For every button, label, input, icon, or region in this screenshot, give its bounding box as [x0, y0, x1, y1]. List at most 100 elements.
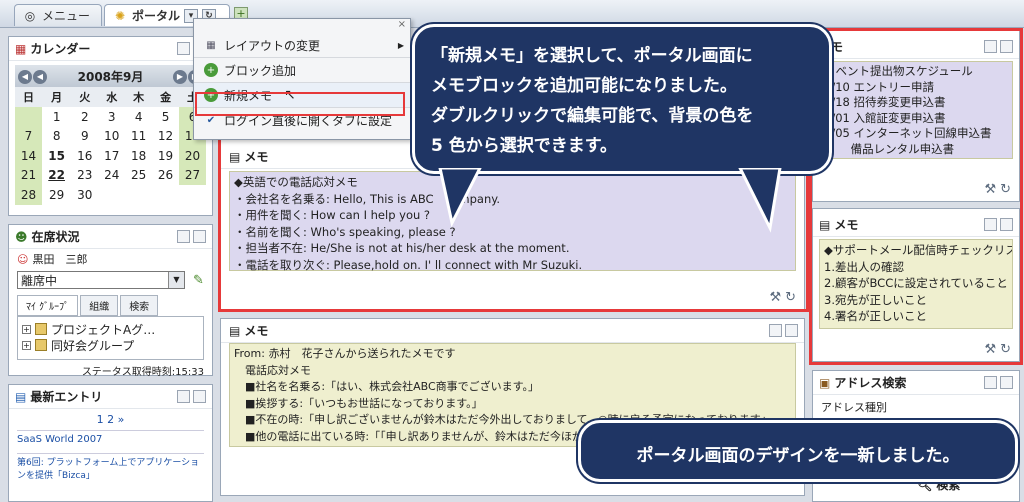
people-icon: ☻ — [15, 229, 28, 244]
minimize-button[interactable] — [177, 230, 190, 243]
calendar-header: ▦ カレンダー — [9, 37, 212, 61]
status-value: 離席中 — [21, 273, 58, 288]
tab-label: メニュー — [42, 9, 91, 23]
group-label: 同好会グループ — [51, 338, 135, 353]
calendar-day[interactable]: 20 — [179, 146, 206, 166]
calendar-day[interactable]: 9 — [71, 127, 98, 147]
minimize-button[interactable] — [177, 390, 190, 403]
group-icon — [35, 323, 47, 335]
tab-menu[interactable]: ◎ メニュー — [14, 4, 102, 26]
calendar-day[interactable]: 15 — [42, 146, 71, 166]
minimize-button[interactable] — [769, 324, 782, 337]
close-button[interactable] — [785, 324, 798, 337]
weekday: 火 — [71, 87, 99, 107]
calendar-grid: 日 月 火 水 木 金 土 1 2 3 4 5 6 7 8 9 10 11 12… — [15, 87, 206, 205]
calendar-day[interactable]: 10 — [98, 127, 125, 147]
tab-my-group[interactable]: ﾏｲ ｸﾞﾙｰﾌﾟ — [17, 295, 79, 316]
presence-user: ☺ 黒田 三郎 — [9, 249, 212, 269]
panel-title: 最新エントリ — [30, 390, 103, 404]
calendar-day[interactable]: 11 — [125, 127, 152, 147]
status-timestamp: ステータス取得時刻:15:33 — [81, 367, 204, 378]
calendar-day[interactable]: 16 — [71, 146, 98, 166]
pagination[interactable]: 1 2 » — [9, 413, 212, 426]
calendar-day[interactable]: 12 — [152, 127, 179, 147]
calendar-day[interactable]: 7 — [15, 126, 42, 146]
prev-month-icon[interactable]: ◀ — [33, 70, 47, 84]
layout-icon: ▦ — [206, 39, 216, 51]
calendar-day[interactable]: 26 — [152, 166, 179, 186]
calendar-day[interactable]: 8 — [42, 127, 71, 147]
calendar-day[interactable]: 4 — [125, 107, 152, 127]
expand-icon[interactable]: + — [22, 324, 31, 334]
calendar-day[interactable] — [152, 185, 179, 205]
calendar-day[interactable] — [15, 107, 42, 127]
menu-item-layout[interactable]: ▦ レイアウトの変更 ▶ — [194, 33, 410, 58]
calendar-day[interactable]: 1 — [42, 107, 71, 127]
calendar-day[interactable] — [125, 185, 152, 205]
close-icon[interactable]: × — [194, 19, 410, 33]
weekday: 日 — [15, 87, 42, 107]
calendar-day[interactable]: 28 — [15, 185, 42, 205]
address-type-label: アドレス種別 — [821, 401, 887, 414]
calendar-day[interactable]: 19 — [152, 146, 179, 166]
minimize-button[interactable] — [984, 376, 997, 389]
calendar-day[interactable]: 29 — [42, 185, 71, 205]
calendar-day[interactable]: 5 — [152, 107, 179, 127]
entries-panel: ▤ 最新エントリ 1 2 » SaaS World 2007 第6回: プラットフ… — [8, 384, 213, 502]
calendar-day[interactable]: 17 — [98, 146, 125, 166]
calendar-day[interactable] — [98, 185, 125, 205]
calendar-panel: ▦カレンダー ◀◀ 2008年9月 ▶▶ 日 月 火 水 木 金 土 1 2 3… — [8, 36, 213, 216]
entries-header: ▤ 最新エントリ — [9, 385, 212, 409]
memo-line: From: 赤村 花子さんから送られたメモです — [234, 347, 456, 360]
calendar-day-today[interactable]: 22 — [42, 166, 71, 186]
calendar-day[interactable]: 21 — [15, 165, 42, 185]
menu-item-add-block[interactable]: + ブロック追加 — [194, 58, 410, 83]
calendar-day[interactable]: 23 — [71, 166, 98, 186]
presence-tabs: ﾏｲ ｸﾞﾙｰﾌﾟ 組織 検索 — [17, 295, 204, 316]
user-name: 黒田 三郎 — [32, 253, 88, 266]
tab-organization[interactable]: 組織 — [80, 295, 119, 316]
pencil-icon[interactable]: ✎ — [193, 273, 204, 288]
group-icon — [35, 339, 47, 351]
expand-icon[interactable]: + — [22, 340, 31, 350]
presence-panel: ☻ 在席状況 ☺ 黒田 三郎 離席中 ▼ ✎ ﾏｲ ｸﾞﾙｰﾌﾟ 組織 検索 + プ… — [8, 224, 213, 378]
close-button[interactable] — [193, 390, 206, 403]
tree-item[interactable]: + 同好会グループ — [22, 337, 199, 353]
chevron-down-icon: ▼ — [168, 272, 184, 288]
weekday: 金 — [152, 87, 180, 107]
submenu-arrow-icon: ▶ — [397, 40, 404, 50]
calendar-day[interactable] — [179, 185, 206, 205]
close-button[interactable] — [1000, 376, 1013, 389]
prev-year-icon[interactable]: ◀ — [18, 70, 32, 84]
close-button[interactable] — [193, 230, 206, 243]
calendar-day[interactable]: 27 — [179, 165, 206, 185]
callout-tail-right — [738, 168, 782, 233]
callout-line: ダブルクリックで編集可能で、背景の色を — [431, 106, 754, 126]
calendar-day[interactable]: 2 — [71, 107, 98, 127]
calendar-day[interactable]: 3 — [98, 107, 125, 127]
minimize-button[interactable] — [177, 42, 190, 55]
tab-search[interactable]: 検索 — [120, 295, 159, 316]
entries-icon: ▤ — [15, 389, 27, 404]
user-icon: ☺ — [17, 252, 29, 266]
memo-line: ■挨拶する:「いつもお世話になっております。」 — [234, 396, 483, 410]
callout-tails — [438, 168, 782, 233]
next-month-icon[interactable]: ▶ — [173, 70, 187, 84]
calendar-day[interactable]: 30 — [71, 185, 98, 205]
memo-line: ■社名を名乗る:「はい、株式会社ABC商事でございます。」 — [234, 380, 540, 394]
entry-link[interactable]: 第6回: プラットフォーム上でアプリケーションを提供「Bizca」 — [17, 453, 204, 483]
status-select[interactable]: 離席中 ▼ — [17, 271, 185, 289]
calendar-day[interactable]: 24 — [98, 166, 125, 186]
memo-line: 電話応対メモ — [234, 363, 311, 377]
calendar-day[interactable]: 14 — [15, 146, 42, 166]
weekday: 木 — [125, 87, 153, 107]
entry-link[interactable]: SaaS World 2007 — [17, 430, 204, 445]
calendar-day[interactable]: 18 — [125, 146, 152, 166]
tree-item[interactable]: + プロジェクトAグ… — [22, 321, 199, 337]
address-header: ▣ アドレス検索 — [813, 371, 1019, 395]
panel-title: メモ — [244, 324, 269, 338]
calendar-day[interactable]: 25 — [125, 166, 152, 186]
book-icon: ▣ — [819, 375, 831, 390]
new-memo-highlight — [195, 92, 405, 116]
callout-line: メモブロックを追加可能になりました。 — [431, 76, 737, 96]
